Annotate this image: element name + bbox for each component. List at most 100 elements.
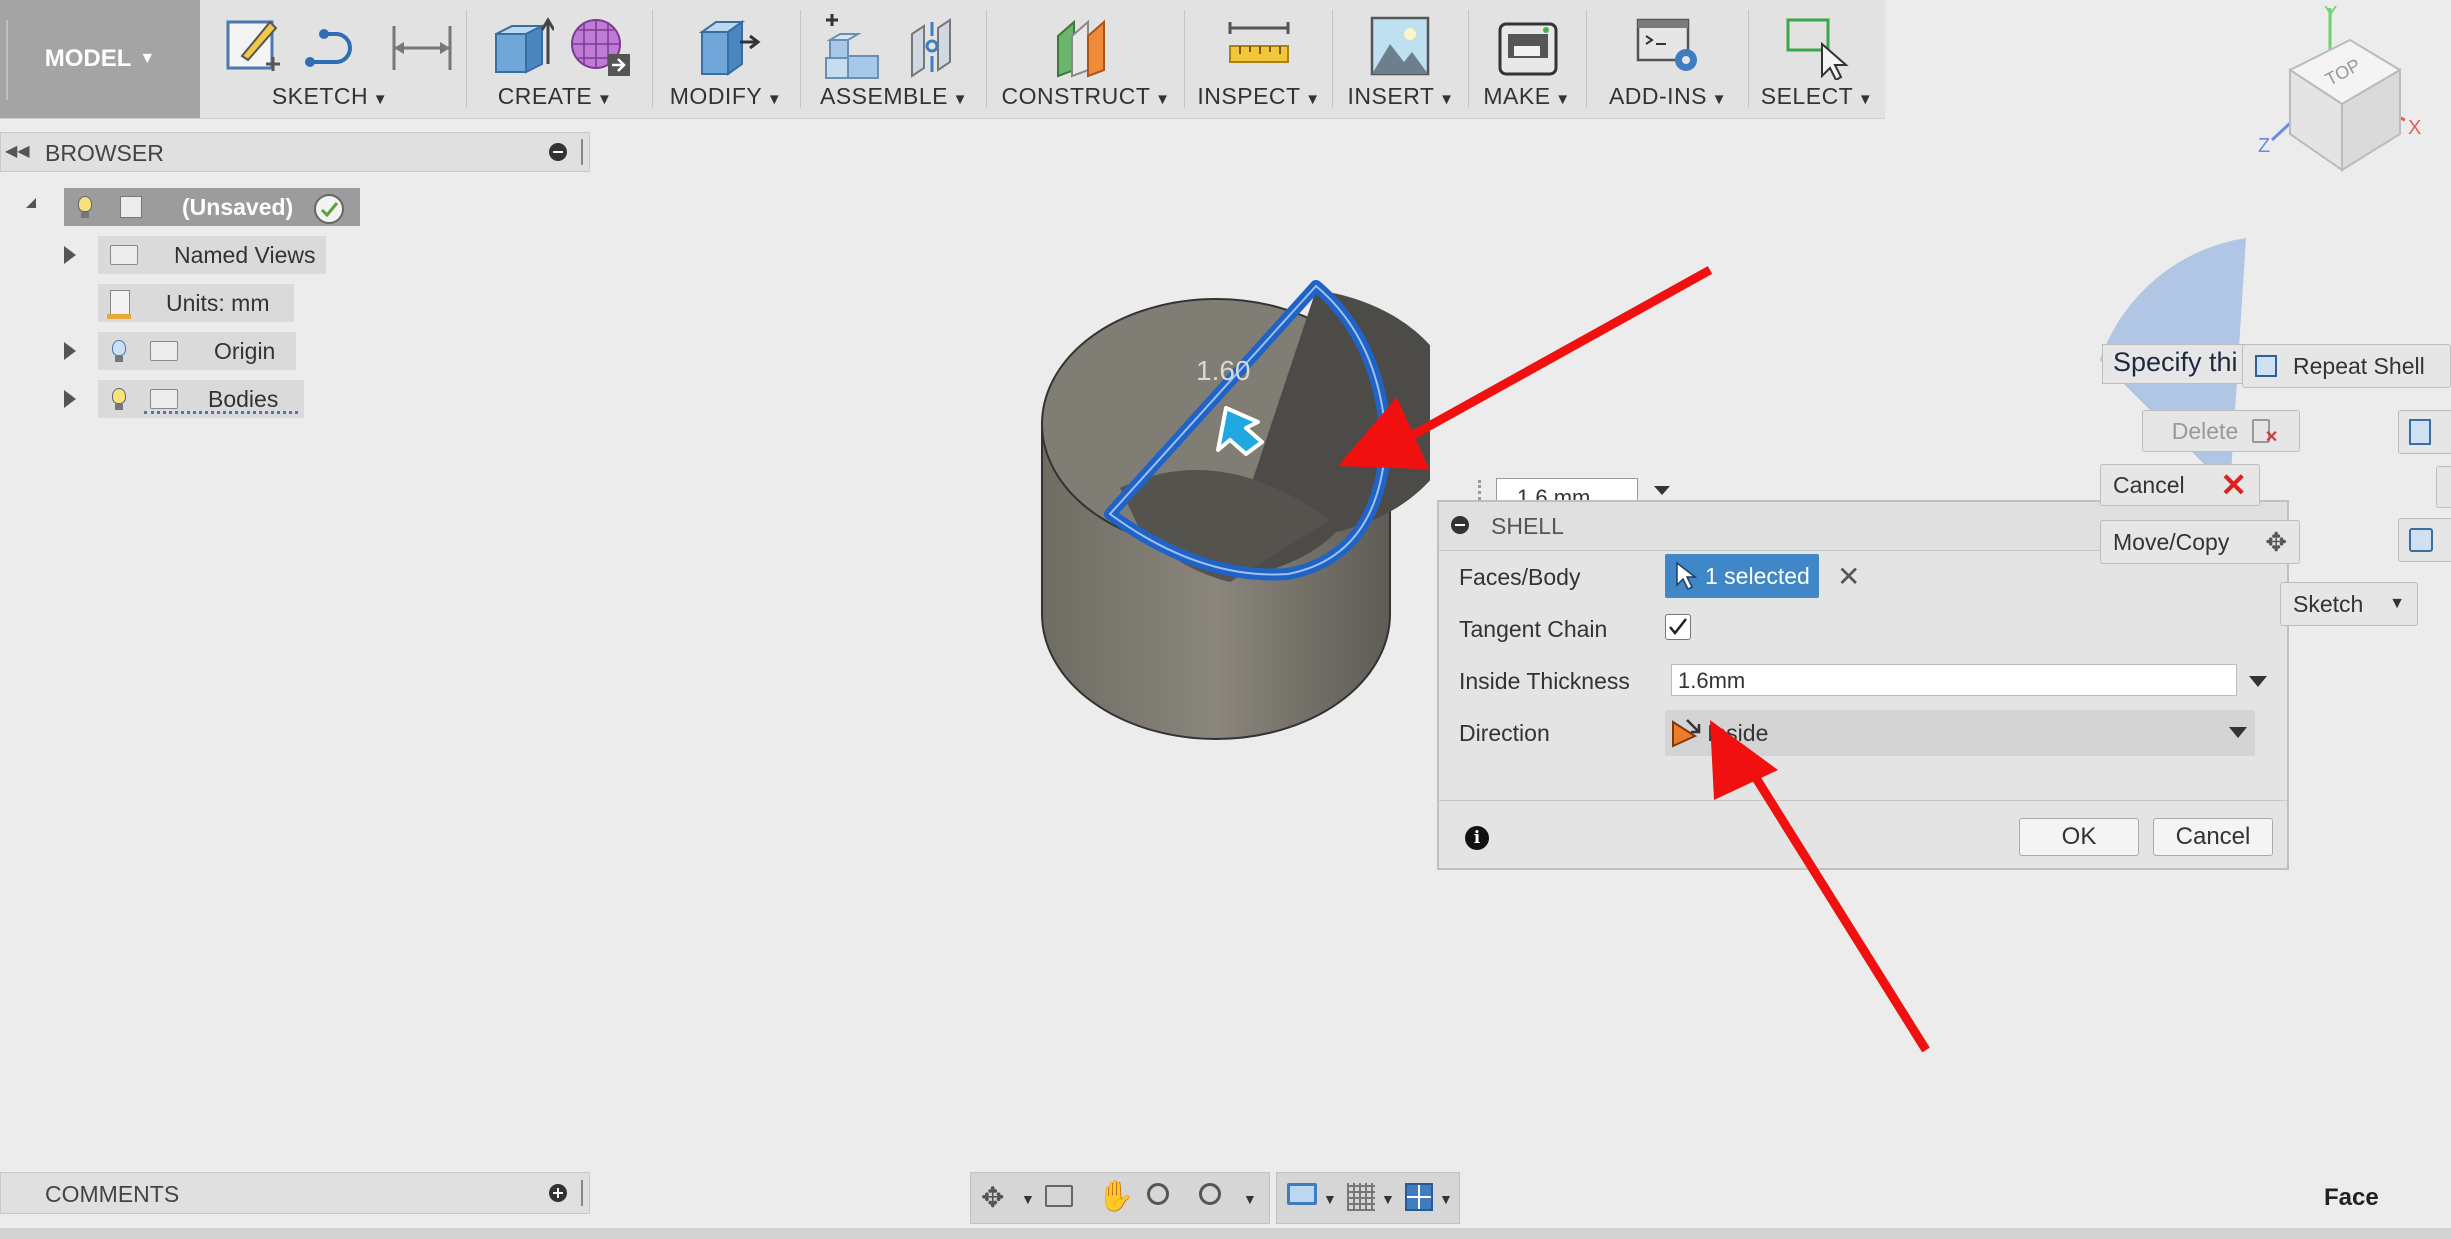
- activate-component-icon[interactable]: [314, 194, 344, 224]
- nav-tools-group: ✥ ▼ ✋ ▼: [970, 1172, 1270, 1224]
- measure-icon[interactable]: [1224, 20, 1294, 70]
- expand-bodies-icon[interactable]: [64, 390, 76, 408]
- toolbar-group-inspect[interactable]: INSPECT: [1188, 0, 1330, 118]
- minimize-panel-icon[interactable]: [549, 143, 567, 161]
- delete-button[interactable]: Delete ✕: [2142, 410, 2300, 452]
- main-toolbar: MODEL ▼ SKETCH ▼ CREATE ▼ MODIFY ▼ ASSEM…: [0, 0, 1885, 119]
- view-cube[interactable]: Y X Z TOP: [2250, 0, 2451, 200]
- create-sketch-icon[interactable]: [220, 12, 284, 76]
- look-at-icon[interactable]: [1045, 1185, 1073, 1207]
- folder-icon: [150, 341, 178, 361]
- construct-menu-label[interactable]: CONSTRUCT: [990, 83, 1182, 110]
- sketch-dimension-icon[interactable]: [390, 20, 454, 74]
- bodies-underline: [144, 407, 298, 414]
- browser-item-named-views[interactable]: Named Views: [98, 236, 326, 274]
- toolbar-group-construct[interactable]: CONSTRUCT: [990, 0, 1182, 118]
- joint-icon[interactable]: [902, 14, 966, 78]
- create-menu-label[interactable]: CREATE: [470, 83, 640, 110]
- copy-shortcut-button[interactable]: [2398, 410, 2451, 454]
- named-views-label: Named Views: [174, 241, 316, 268]
- toolbar-group-insert[interactable]: INSERT: [1336, 0, 1466, 118]
- browser-item-origin[interactable]: Origin: [98, 332, 296, 370]
- select-window-icon[interactable]: [1784, 14, 1854, 80]
- toolbar-group-assemble[interactable]: ASSEMBLE: [804, 0, 984, 118]
- sketch-menu-label-mm: Sketch: [2293, 590, 2364, 617]
- collapse-panel-icon[interactable]: ◀◀: [5, 141, 30, 161]
- line-arc-icon[interactable]: [302, 18, 366, 74]
- chevron-down-icon: ▼: [139, 50, 156, 67]
- select-menu-label[interactable]: SELECT: [1752, 83, 1882, 110]
- browser-panel-header[interactable]: ◀◀ BROWSER: [0, 132, 590, 172]
- expand-origin-icon[interactable]: [64, 342, 76, 360]
- root-collapse-icon[interactable]: [26, 198, 36, 208]
- units-label: Units: mm: [166, 289, 270, 316]
- grid-settings-icon[interactable]: [1347, 1183, 1375, 1211]
- chevron-down-icon[interactable]: ▼: [1381, 1191, 1395, 1207]
- new-component-icon[interactable]: [818, 12, 888, 82]
- toolbar-group-create[interactable]: CREATE: [470, 0, 640, 118]
- cancel-command-button[interactable]: Cancel ✕: [2100, 464, 2260, 506]
- press-pull-icon[interactable]: [692, 14, 762, 78]
- origin-label: Origin: [214, 337, 276, 364]
- panel-pin-icon[interactable]: [581, 139, 583, 165]
- add-comment-icon[interactable]: [549, 1184, 567, 1202]
- visibility-bulb-icon[interactable]: [76, 194, 94, 220]
- zoom-window-icon[interactable]: [1199, 1183, 1221, 1205]
- viewports-icon[interactable]: [1405, 1183, 1433, 1211]
- folder-icon: [110, 245, 138, 265]
- extrude-icon[interactable]: [490, 14, 554, 78]
- panel-pin-icon[interactable]: [581, 1180, 583, 1206]
- chevron-down-icon[interactable]: ▼: [1323, 1191, 1337, 1207]
- copy-icon: [2409, 419, 2431, 445]
- workspace-switcher-button[interactable]: MODEL ▼: [0, 0, 200, 118]
- pan-hand-icon[interactable]: ✋: [1097, 1179, 1134, 1214]
- dimension-label: 1.60: [1196, 355, 1251, 386]
- chevron-down-icon[interactable]: [2229, 727, 2247, 738]
- shell-command-icon: [2255, 355, 2277, 377]
- chevron-down-icon[interactable]: ▼: [1439, 1191, 1453, 1207]
- move-copy-button[interactable]: Move/Copy ✥: [2100, 520, 2300, 564]
- undo-shortcut-button[interactable]: [2398, 518, 2451, 562]
- thickness-dropdown-chevron-icon[interactable]: [2249, 676, 2267, 687]
- expand-named-views-icon[interactable]: [64, 246, 76, 264]
- insert-menu-label[interactable]: INSERT: [1336, 83, 1466, 110]
- visibility-bulb-icon[interactable]: [110, 386, 128, 412]
- modify-menu-label[interactable]: MODIFY: [656, 83, 796, 110]
- toolbar-group-make[interactable]: MAKE: [1472, 0, 1582, 118]
- toolbar-group-modify[interactable]: MODIFY: [656, 0, 796, 118]
- zoom-icon[interactable]: [1147, 1183, 1169, 1205]
- sketch-menu-label[interactable]: SKETCH: [210, 83, 450, 110]
- units-document-icon: [107, 290, 131, 319]
- visibility-bulb-icon[interactable]: [110, 338, 128, 364]
- browser-item-units[interactable]: Units: mm: [98, 284, 294, 322]
- chevron-down-icon[interactable]: ▼: [1021, 1191, 1035, 1207]
- inspect-menu-label[interactable]: INSPECT: [1188, 83, 1330, 110]
- comments-panel-header[interactable]: COMMENTS: [0, 1172, 590, 1214]
- move-arrows-icon: ✥: [2265, 526, 2287, 557]
- browser-item-bodies[interactable]: Bodies: [98, 380, 304, 418]
- toolbar-group-sketch[interactable]: SKETCH: [210, 0, 452, 118]
- cancel-button[interactable]: Cancel: [2153, 818, 2273, 856]
- sketch-menu-button[interactable]: Sketch ▼: [2280, 582, 2418, 626]
- history-icon: [2409, 528, 2433, 552]
- axis-y-label: Y: [2324, 3, 2337, 25]
- toolbar-group-add-ins[interactable]: ADD-INS: [1590, 0, 1746, 118]
- document-icon: [120, 196, 142, 218]
- repeat-shell-button[interactable]: Repeat Shell: [2242, 344, 2451, 388]
- offscreen-shortcut-button[interactable]: [2436, 466, 2451, 508]
- chevron-down-icon[interactable]: ▼: [1243, 1191, 1257, 1207]
- offset-plane-icon[interactable]: [1052, 12, 1122, 78]
- assemble-menu-label[interactable]: ASSEMBLE: [804, 83, 984, 110]
- make-menu-label[interactable]: MAKE: [1472, 83, 1582, 110]
- drag-handle[interactable]: [6, 20, 8, 100]
- display-settings-group: ▼ ▼ ▼: [1276, 1172, 1460, 1224]
- toolbar-group-select[interactable]: SELECT: [1752, 0, 1882, 118]
- 3d-print-icon[interactable]: [1496, 18, 1560, 78]
- browser-title: BROWSER: [45, 140, 164, 166]
- scripts-addins-icon[interactable]: [1634, 16, 1704, 76]
- orbit-icon[interactable]: ✥: [981, 1181, 1004, 1214]
- form-icon[interactable]: [568, 14, 634, 78]
- display-settings-icon[interactable]: [1287, 1183, 1317, 1205]
- canvas-image-icon[interactable]: [1368, 14, 1432, 78]
- add-ins-menu-label[interactable]: ADD-INS: [1590, 83, 1746, 110]
